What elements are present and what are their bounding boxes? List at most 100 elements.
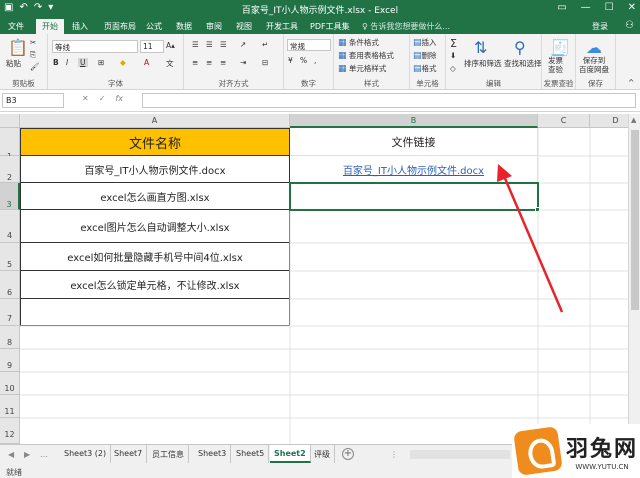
currency-icon[interactable]: ¥ [288, 56, 293, 65]
group-invoice: 🧾 发票 查验 发票查验 [542, 34, 576, 90]
baidu-cloud-icon[interactable]: ☁ [586, 38, 602, 57]
indent-icon[interactable]: ⇥ [240, 58, 246, 67]
clear-icon[interactable]: ◇ [450, 64, 456, 73]
align-right-icon[interactable]: ≡ [220, 58, 226, 67]
watermark-url: WWW.YUTU.CN [575, 463, 629, 471]
vertical-scroll-thumb[interactable] [631, 130, 639, 310]
tab-home[interactable]: 开始 [36, 19, 64, 34]
underline-button[interactable]: U [78, 58, 88, 67]
tab-page-layout[interactable]: 页面布局 [104, 20, 136, 33]
ribbon-tabs: 文件 开始 插入 页面布局 公式 数据 审阅 视图 开发工具 PDF工具集 ♀ … [0, 18, 640, 34]
bottom-align-icon[interactable]: ☰ [220, 40, 227, 49]
save-baidu-button[interactable]: 保存到 百度网盘 [579, 56, 609, 74]
vertical-scrollbar[interactable]: ▲ [628, 114, 640, 444]
invoice-icon[interactable]: 🧾 [550, 38, 570, 57]
find-select-icon[interactable]: ⚲ [514, 38, 526, 57]
red-arrow-annotation [497, 164, 564, 313]
minimize-icon[interactable]: — [581, 2, 591, 13]
tab-data[interactable]: 数据 [176, 20, 192, 33]
group-number: 常规 ¥ % , 数字 [284, 34, 334, 90]
borders-icon[interactable]: ⊞ [98, 58, 104, 67]
format-painter-icon[interactable]: 🖌 [30, 62, 40, 71]
paste-icon[interactable]: 📋 [8, 38, 28, 57]
sheet-tab-sheet5[interactable]: Sheet5 [232, 445, 270, 463]
merge-cells-icon[interactable]: ⊟ [262, 58, 268, 67]
copy-icon[interactable]: ⎘ [30, 50, 36, 60]
middle-align-icon[interactable]: ☰ [206, 40, 213, 49]
format-cells-button[interactable]: ▤格式 [413, 63, 437, 74]
maximize-icon[interactable]: ☐ [605, 2, 614, 13]
font-name-select[interactable]: 等线 [52, 40, 138, 53]
format-as-table-button[interactable]: ▦ 套用表格格式 [338, 50, 394, 61]
sheet-tab-sheet7[interactable]: Sheet7 [110, 445, 148, 463]
window-title: 百家号_IT小人物示例文件.xlsx - Excel [241, 6, 399, 16]
enter-icon[interactable]: ✓ [99, 94, 106, 103]
formula-bar: B3 ✕ ✓ fx [0, 90, 640, 112]
font-color-icon[interactable]: A [144, 58, 149, 67]
sheet-tab-sheet3-2[interactable]: Sheet3 (2) [60, 445, 112, 463]
share-icon[interactable]: ⚇ [625, 20, 634, 31]
cut-icon[interactable]: ✂ [30, 38, 36, 47]
conditional-format-button[interactable]: ▦ 条件格式 [338, 37, 379, 48]
sort-filter-icon[interactable]: ⇅ [474, 38, 487, 57]
autosum-icon[interactable]: Σ [450, 37, 457, 50]
tab-developer[interactable]: 开发工具 [266, 20, 298, 33]
collapse-ribbon-icon[interactable]: ^ [628, 78, 634, 87]
prev-sheet-icon[interactable]: ◀ [8, 450, 14, 459]
horizontal-scrollbar[interactable] [410, 450, 510, 459]
login-link[interactable]: 登录 [592, 21, 608, 32]
tab-review[interactable]: 审阅 [206, 20, 222, 33]
comma-icon[interactable]: , [314, 56, 316, 65]
fill-color-icon[interactable]: ◆ [120, 58, 126, 67]
sheet-tab-sheet2[interactable]: Sheet2 [270, 445, 311, 463]
percent-icon[interactable]: % [300, 56, 307, 65]
close-icon[interactable]: ✕ [628, 2, 636, 13]
find-select-button[interactable]: 查找和选择 [504, 58, 542, 69]
tab-split-icon[interactable]: ⋮ [390, 450, 398, 459]
insert-cells-button[interactable]: ▤插入 [413, 37, 437, 48]
next-sheet-icon[interactable]: ▶ [24, 450, 30, 459]
number-format-select[interactable]: 常规 [287, 39, 331, 51]
phonetic-icon[interactable]: 文 [166, 58, 174, 69]
formula-buttons: ✕ ✓ fx [82, 94, 123, 103]
group-styles: ▦ 条件格式 ▦ 套用表格格式 ▦ 单元格样式 样式 [334, 34, 410, 90]
ribbon-display-icon[interactable]: ▭ [557, 2, 566, 13]
fx-button[interactable]: fx [115, 94, 123, 103]
tab-view[interactable]: 视图 [236, 20, 252, 33]
sheet-tab-employee-info[interactable]: 员工信息 [148, 445, 189, 463]
more-sheets-icon[interactable]: … [40, 450, 48, 459]
tab-file[interactable]: 文件 [8, 20, 24, 33]
cancel-icon[interactable]: ✕ [82, 94, 89, 103]
delete-cells-button[interactable]: ▤删除 [413, 50, 437, 61]
tell-me-box[interactable]: ♀ 告诉我您想要做什么... [362, 21, 450, 32]
fill-icon[interactable]: ⬇ [450, 51, 456, 60]
tab-formulas[interactable]: 公式 [146, 20, 162, 33]
italic-button[interactable]: I [66, 58, 68, 67]
align-left-icon[interactable]: ≡ [192, 58, 198, 67]
tab-insert[interactable]: 插入 [72, 20, 88, 33]
top-align-icon[interactable]: ☰ [192, 40, 199, 49]
grow-font-icon[interactable]: A▴ [166, 41, 175, 50]
formula-input[interactable] [142, 93, 636, 108]
sheet-tab-rating[interactable]: 评级 [310, 445, 335, 463]
add-sheet-icon[interactable]: + [342, 448, 354, 460]
yutu-logo-icon [513, 426, 563, 476]
tab-pdf-tools[interactable]: PDF工具集 [310, 20, 350, 33]
worksheet-grid: A B C D 1 2 3 4 5 6 7 8 9 10 11 12 文件名称 … [0, 114, 628, 444]
wrap-text-icon[interactable]: ↵ [262, 40, 268, 49]
invoice-check-button[interactable]: 发票 查验 [548, 56, 563, 74]
orientation-icon[interactable]: ↗ [240, 40, 246, 49]
cell-styles-button[interactable]: ▦ 单元格样式 [338, 63, 386, 74]
status-text: 就绪 [6, 468, 22, 477]
group-editing: Σ ⬇ ◇ ⇅ 排序和筛选 ⚲ 查找和选择 编辑 [446, 34, 542, 90]
align-center-icon[interactable]: ≡ [206, 58, 212, 67]
name-box[interactable]: B3 [2, 93, 64, 108]
font-size-select[interactable]: 11 [140, 40, 164, 53]
ribbon: 📋 粘贴 ✂ ⎘ 🖌 剪贴板 等线 11 A▴ B I U ⊞ ◆ A 文 字体… [0, 34, 640, 90]
bold-button[interactable]: B [53, 58, 59, 67]
sort-filter-button[interactable]: 排序和筛选 [464, 58, 502, 69]
group-font: 等线 11 A▴ B I U ⊞ ◆ A 文 字体 [48, 34, 184, 90]
paste-button[interactable]: 粘贴 [6, 58, 21, 69]
sheet-tab-sheet3[interactable]: Sheet3 [194, 445, 232, 463]
scroll-up-icon[interactable]: ▲ [631, 116, 636, 124]
